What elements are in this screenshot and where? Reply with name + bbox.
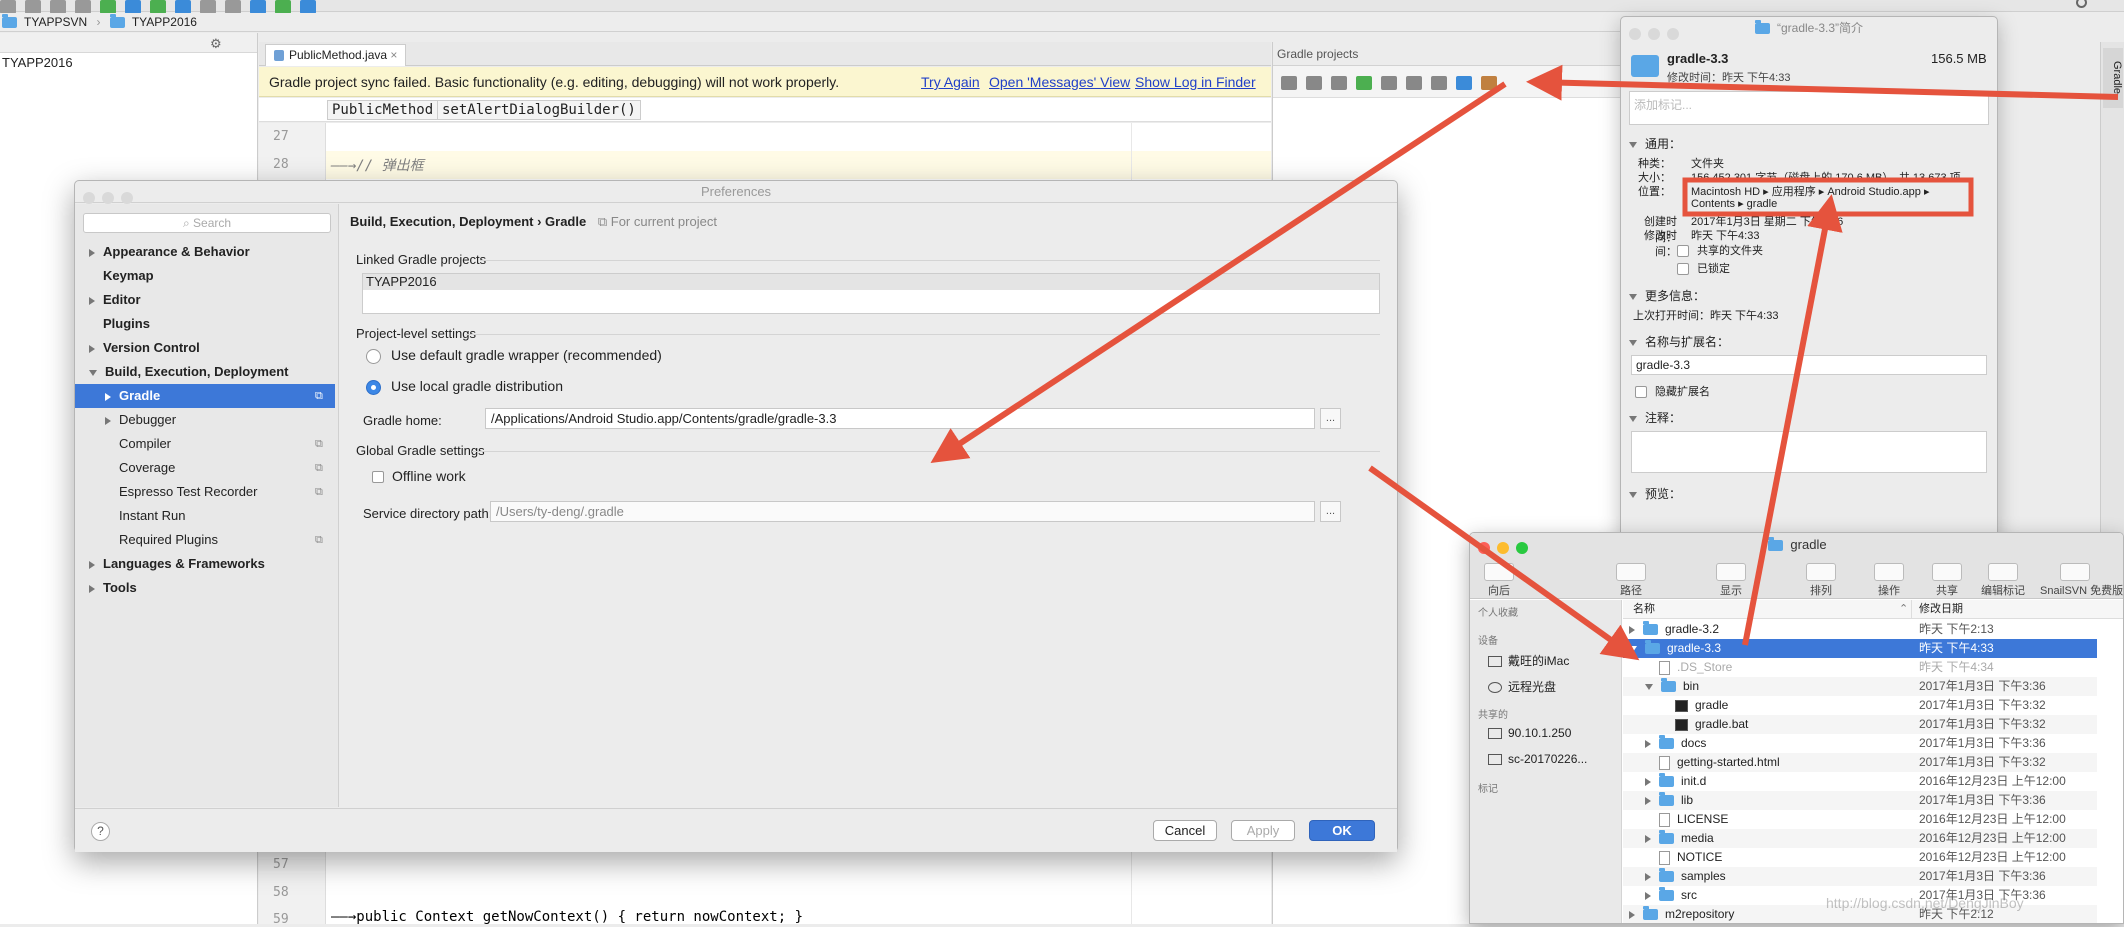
annotation-arrows — [930, 64, 2119, 661]
arrow-to-gradle-home — [930, 81, 1507, 463]
arrow-to-gradle-settings — [1526, 64, 2119, 101]
arrow-to-location — [1742, 194, 1843, 646]
arrow-to-finder-folder — [1368, 465, 1640, 661]
